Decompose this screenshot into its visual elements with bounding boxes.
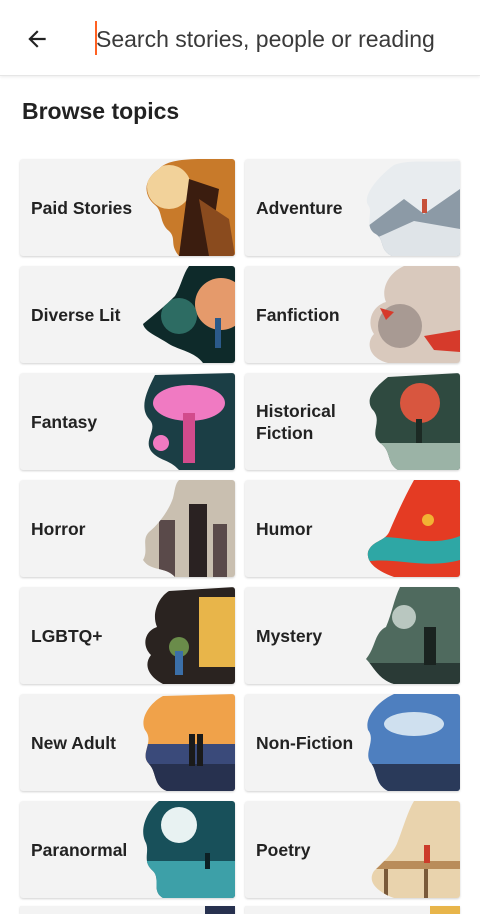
topic-grid: Paid Stories Adventure Diverse Lit Fanfi… bbox=[20, 159, 460, 898]
topic-card-horror[interactable]: Horror bbox=[20, 480, 235, 577]
back-arrow-icon bbox=[28, 30, 46, 48]
topic-card-poetry[interactable]: Poetry bbox=[245, 801, 460, 898]
section-title: Browse topics bbox=[22, 98, 180, 124]
topic-label: New Adult bbox=[31, 732, 116, 753]
fantasy-art bbox=[144, 373, 235, 470]
topic-card-mystery[interactable]: Mystery bbox=[245, 587, 460, 684]
topic-card-non-fiction[interactable]: Non-Fiction bbox=[245, 694, 460, 791]
topic-card-lgbtq[interactable]: LGBTQ+ bbox=[20, 587, 235, 684]
topic-card-new-adult[interactable]: New Adult bbox=[20, 694, 235, 791]
adventure-art bbox=[366, 161, 460, 256]
topic-label: Paid Stories bbox=[31, 197, 133, 218]
topic-label: Diverse Lit bbox=[31, 304, 121, 325]
topic-label: Horror bbox=[31, 518, 86, 539]
mystery-art bbox=[366, 587, 460, 684]
topic-card-partial[interactable] bbox=[20, 906, 235, 914]
topic-card-historical-fiction[interactable]: Historical Fiction bbox=[245, 373, 460, 470]
topic-card-fanfiction[interactable]: Fanfiction bbox=[245, 266, 460, 363]
historical-fiction-art bbox=[369, 373, 460, 470]
partial-row bbox=[20, 906, 460, 914]
topic-label: Fantasy bbox=[31, 411, 98, 432]
horror-art bbox=[143, 480, 235, 577]
topic-card-paranormal[interactable]: Paranormal bbox=[20, 801, 235, 898]
paid-stories-art bbox=[146, 159, 235, 256]
topic-label: Mystery bbox=[256, 625, 323, 646]
lgbtq-art bbox=[145, 587, 235, 684]
search-header bbox=[0, 0, 480, 76]
new-adult-art bbox=[143, 694, 235, 791]
topic-label: Paranormal bbox=[31, 839, 128, 860]
topic-label: Fanfiction bbox=[256, 304, 340, 325]
topic-card-humor[interactable]: Humor bbox=[245, 480, 460, 577]
fanfiction-art bbox=[369, 266, 460, 363]
topic-label: Adventure bbox=[256, 197, 343, 218]
diverse-lit-art bbox=[143, 266, 235, 363]
text-cursor bbox=[95, 21, 97, 55]
topic-card-adventure[interactable]: Adventure bbox=[245, 159, 460, 256]
paranormal-art bbox=[143, 801, 235, 898]
topic-label: Historical Fiction bbox=[256, 400, 336, 443]
humor-art bbox=[367, 480, 460, 577]
poetry-art bbox=[371, 801, 460, 898]
topic-card-partial[interactable] bbox=[245, 906, 460, 914]
topic-label: LGBTQ+ bbox=[31, 625, 103, 646]
search-input[interactable] bbox=[92, 18, 440, 60]
topic-card-diverse-lit[interactable]: Diverse Lit bbox=[20, 266, 235, 363]
topic-card-fantasy[interactable]: Fantasy bbox=[20, 373, 235, 470]
topic-label: Poetry bbox=[256, 839, 311, 860]
topic-label: Non-Fiction bbox=[256, 732, 354, 753]
back-button[interactable] bbox=[20, 22, 54, 56]
non-fiction-art bbox=[367, 694, 460, 791]
topic-card-paid-stories[interactable]: Paid Stories bbox=[20, 159, 235, 256]
topic-label: Humor bbox=[256, 518, 313, 539]
